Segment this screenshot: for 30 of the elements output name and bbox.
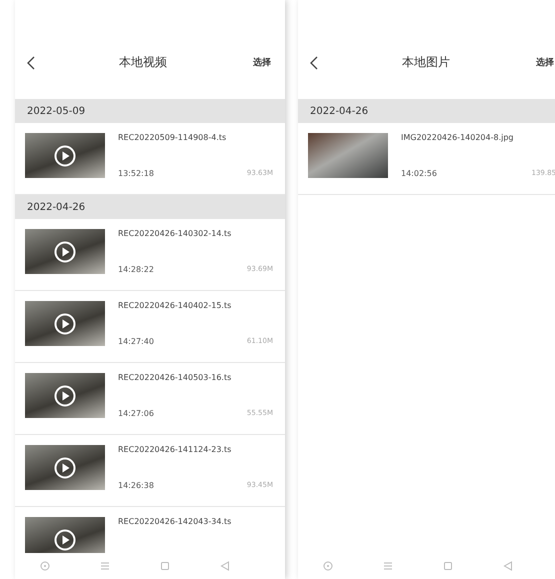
file-time: 14:26:38 [118,481,154,490]
file-name: REC20220426-140402-15.ts [118,301,232,310]
back-icon[interactable] [27,56,35,70]
file-time: 14:27:06 [118,409,154,418]
date-label: 2022-04-26 [310,106,368,116]
screen-title: 本地视频 [119,54,167,71]
file-name: REC20220426-140302-14.ts [118,229,232,238]
file-name: REC20220426-141124-23.ts [118,445,232,454]
play-icon[interactable] [54,385,76,407]
play-icon[interactable] [54,529,76,551]
file-name: REC20220426-142043-34.ts [118,517,232,526]
back-icon[interactable] [310,56,318,70]
file-time: 13:52:18 [118,169,154,178]
file-name: REC20220509-114908-4.ts [118,133,228,142]
file-name: REC20220426-140503-16.ts [118,373,232,382]
file-time: 14:28:22 [118,265,154,274]
play-icon[interactable] [54,241,76,263]
select-button[interactable]: 选择 [534,54,555,71]
play-icon[interactable] [54,457,76,479]
play-icon[interactable] [54,313,76,335]
date-label: 2022-05-09 [27,106,86,116]
date-label: 2022-04-26 [27,202,86,212]
screen-title: 本地图片 [402,54,450,71]
select-button[interactable]: 选择 [251,54,273,71]
circle-dot-icon[interactable] [40,561,50,571]
file-time: 14:02:56 [401,169,437,178]
play-icon[interactable] [54,145,76,167]
circle-dot-icon[interactable] [323,561,333,571]
file-time: 14:27:40 [118,337,154,346]
file-name: IMG20220426-140204-8.jpg [401,133,515,142]
